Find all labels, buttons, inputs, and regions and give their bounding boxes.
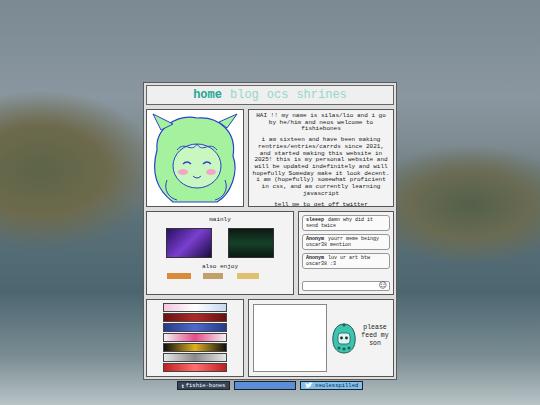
chat-message: sleeepdamn why did it send twice xyxy=(302,215,390,231)
interests-subheading: also enjoy xyxy=(147,262,293,271)
chat-author: Anonym xyxy=(306,236,324,242)
stamp-image xyxy=(163,363,227,372)
site-button-image[interactable] xyxy=(166,228,212,258)
chat-message: Anonymyourr meme beingy oscar38 mention xyxy=(302,234,390,250)
stamp-image xyxy=(163,343,227,352)
smiley-icon[interactable]: ☺ xyxy=(379,282,387,290)
badge-label: neolesspilled xyxy=(315,383,358,389)
nav-link[interactable]: ocs xyxy=(267,88,289,102)
stamp-image xyxy=(163,323,227,332)
link-badge[interactable]: tfishie-bones xyxy=(177,381,231,390)
chat-message: Anonymluv ur art btw oscar38 :3 xyxy=(302,253,390,269)
interests-heading: mainly xyxy=(147,215,293,224)
link-badge[interactable] xyxy=(234,381,296,390)
character-drawing-icon xyxy=(147,110,243,206)
chat-author: Anonym xyxy=(306,255,324,261)
pet-caption: please feed my son xyxy=(361,324,389,347)
link-badge[interactable]: neolesspilled xyxy=(300,381,363,390)
intro-box: HAI !! my name is silas/lio and i go by … xyxy=(248,109,394,207)
button-row xyxy=(147,228,293,258)
blank-canvas xyxy=(253,304,327,372)
button-strip xyxy=(147,273,293,279)
interests-box: mainly also enjoy xyxy=(146,211,294,295)
badge-row: tfishie-bones neolesspilled xyxy=(0,381,540,390)
site-panel: home blogocs shrines HAI !! my name is sil… xyxy=(143,82,397,380)
pet-box: please feed my son xyxy=(248,299,394,377)
stamp-image xyxy=(163,353,227,362)
nav-link[interactable]: blog xyxy=(230,88,259,102)
nav-link[interactable]: home xyxy=(193,88,222,102)
stamp-image xyxy=(163,303,227,312)
chat-box: sleeepdamn why did it send twice Anonymyo… xyxy=(298,211,394,295)
nav-link[interactable]: shrines xyxy=(296,88,346,102)
intro-about: i am sixteen and have been making rentri… xyxy=(252,137,390,197)
stamp-image xyxy=(163,313,227,322)
stamp-image xyxy=(163,333,227,342)
avatar-art xyxy=(146,109,244,207)
site-button-image[interactable] xyxy=(228,228,274,258)
tumblr-icon: t xyxy=(182,383,184,389)
badge-label: fishie-bones xyxy=(186,383,226,389)
intro-greeting: HAI !! my name is silas/lio and i go by … xyxy=(252,113,390,133)
chat-input[interactable]: ☺ xyxy=(302,281,390,291)
nav-bar: home blogocs shrines xyxy=(146,85,394,105)
pet-icon[interactable] xyxy=(331,322,357,354)
bird-icon xyxy=(305,382,313,389)
intro-footer: tell me to get off twitter xyxy=(252,202,390,207)
chat-author: sleeep xyxy=(306,217,324,223)
stamp-column xyxy=(146,299,244,377)
